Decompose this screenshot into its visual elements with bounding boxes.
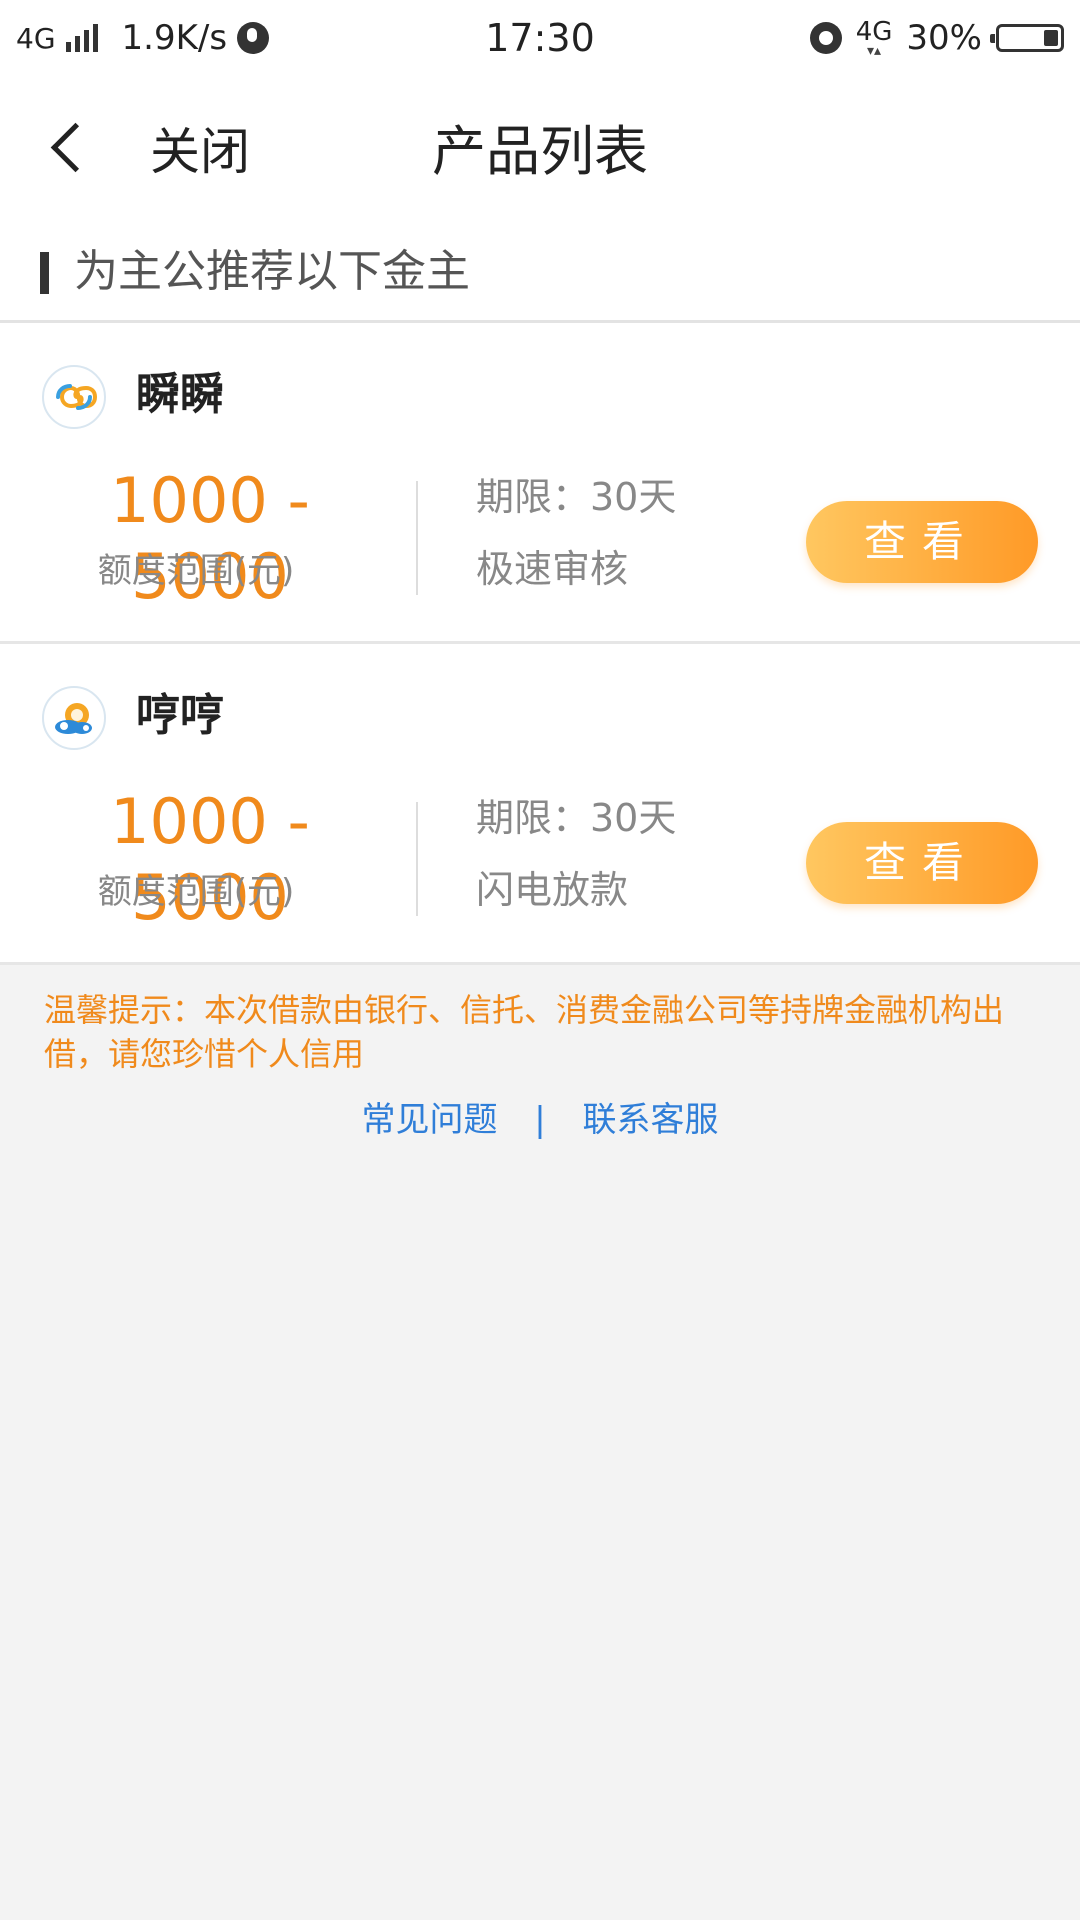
divider [416, 481, 418, 595]
page-title: 产品列表 [432, 120, 648, 183]
product-card[interactable]: 瞬瞬 1000 - 5000 额度范围(元) 期限：30天 极速审核 查看 [0, 323, 1080, 644]
battery-icon [990, 24, 1064, 52]
amount-label: 额度范围(元) [97, 872, 295, 912]
footer-links: 常见问题 | 联系客服 [0, 1096, 1080, 1144]
loan-term: 期限：30天 [476, 475, 677, 519]
product-feature: 闪电放款 [476, 868, 629, 912]
product-feature: 极速审核 [476, 547, 629, 591]
product-name: 瞬瞬 [136, 369, 224, 420]
divider [416, 802, 418, 916]
section-title: 为主公推荐以下金主 [74, 246, 470, 297]
status-bar: 4G 1.9K/s 17:30 4G ▾▴ 30% [0, 0, 1080, 76]
nav-header: 关闭 产品列表 [0, 76, 1080, 226]
alarm-icon [809, 22, 842, 54]
loan-term: 期限：30天 [476, 796, 677, 840]
view-button[interactable]: 查看 [806, 822, 1038, 904]
amount-label: 额度范围(元) [97, 551, 295, 591]
view-button[interactable]: 查看 [806, 501, 1038, 583]
link-separator: | [534, 1100, 546, 1140]
coin-cloud-logo-icon [42, 686, 106, 750]
faq-link[interactable]: 常见问题 [361, 1096, 497, 1144]
contact-support-link[interactable]: 联系客服 [583, 1096, 719, 1144]
battery-percent: 30% [906, 18, 982, 58]
product-card[interactable]: 哼哼 1000 - 5000 额度范围(元) 期限：30天 闪电放款 查看 [0, 644, 1080, 965]
notice-text: 温馨提示：本次借款由银行、信托、消费金融公司等持牌金融机构出借，请您珍惜个人信用 [44, 991, 1005, 1073]
section-marker [40, 252, 49, 294]
status-right: 4G ▾▴ 30% [809, 0, 1064, 76]
mobile-data-icon: 4G ▾▴ [855, 17, 893, 59]
product-name: 哼哼 [136, 690, 224, 741]
section-header: 为主公推荐以下金主 [0, 226, 1080, 323]
infinity-logo-icon [42, 365, 106, 429]
